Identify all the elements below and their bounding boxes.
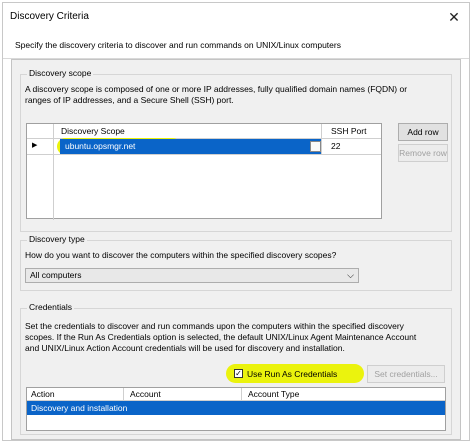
set-credentials-button[interactable]: Set credentials...	[367, 365, 445, 383]
credentials-grid[interactable]: Action Account Account Type Discovery an…	[26, 387, 446, 431]
row-indicator-icon: ▶	[32, 142, 38, 149]
content-panel: Discovery scope A discovery scope is com…	[11, 59, 461, 440]
column-header-account-type[interactable]: Account Type	[248, 389, 299, 399]
discovery-scope-grid[interactable]: Discovery Scope SSH Port ▶ ubuntu.opsmgr…	[26, 123, 382, 220]
discovery-type-group: Discovery type How do you want to discov…	[20, 234, 452, 291]
discovery-scope-group: Discovery scope A discovery scope is com…	[20, 68, 452, 232]
window-title: Discovery Criteria	[10, 11, 89, 22]
discovery-scope-description-line1: A discovery scope is composed of one or …	[25, 84, 408, 94]
close-icon[interactable]: ✕	[443, 7, 465, 27]
credentials-group: Credentials Set the credentials to disco…	[20, 302, 452, 435]
scope-value: ubuntu.opsmgr.net	[65, 141, 136, 151]
scope-grid-header: Discovery Scope SSH Port	[27, 124, 381, 139]
credentials-description-line2: scopes. If the Run As Credentials option…	[25, 332, 417, 342]
add-row-button[interactable]: Add row	[398, 123, 448, 141]
discovery-criteria-window: Discovery Criteria ✕ Specify the discove…	[2, 2, 470, 441]
column-header-ssh-port[interactable]: SSH Port	[331, 126, 366, 136]
ssh-port-cell[interactable]: 22	[331, 141, 340, 151]
column-header-discovery-scope[interactable]: Discovery Scope	[61, 126, 125, 136]
discovery-scope-description-line2: ranges of IP addresses, and a Secure She…	[25, 95, 234, 105]
credentials-description-line1: Set the credentials to discover and run …	[25, 321, 404, 331]
table-row[interactable]: ▶ ubuntu.opsmgr.net 22	[27, 139, 381, 154]
credentials-description-line3: and UNIX/Linux Action Account credential…	[25, 343, 345, 353]
discovery-type-legend: Discovery type	[27, 234, 87, 244]
discovery-scope-cell[interactable]: ubuntu.opsmgr.net	[60, 139, 321, 154]
use-run-as-label: Use Run As Credentials	[247, 369, 338, 379]
discovery-type-select[interactable]: All computers ⌵	[25, 268, 359, 283]
discovery-type-selected: All computers	[30, 270, 82, 280]
action-cell: Discovery and installation	[31, 403, 128, 413]
table-row[interactable]: Discovery and installation	[27, 401, 445, 415]
row-divider	[27, 154, 381, 155]
column-header-account[interactable]: Account	[130, 389, 161, 399]
remove-row-button[interactable]: Remove row	[398, 144, 448, 162]
credentials-legend: Credentials	[27, 302, 74, 312]
credentials-grid-header: Action Account Account Type	[27, 388, 445, 401]
discovery-scope-legend: Discovery scope	[27, 68, 94, 78]
use-run-as-credentials-checkbox[interactable]: ✓ Use Run As Credentials	[234, 367, 362, 381]
action-column-divider	[123, 388, 124, 400]
edit-icon[interactable]	[310, 141, 321, 152]
title-bar: Discovery Criteria ✕	[3, 3, 469, 31]
checkbox-checked-icon[interactable]: ✓	[234, 369, 243, 378]
column-header-action[interactable]: Action	[31, 389, 55, 399]
account-column-divider	[241, 388, 242, 400]
instruction-text: Specify the discovery criteria to discov…	[15, 40, 341, 50]
chevron-down-icon[interactable]: ⌵	[347, 269, 354, 282]
discovery-type-question: How do you want to discover the computer…	[25, 250, 337, 260]
